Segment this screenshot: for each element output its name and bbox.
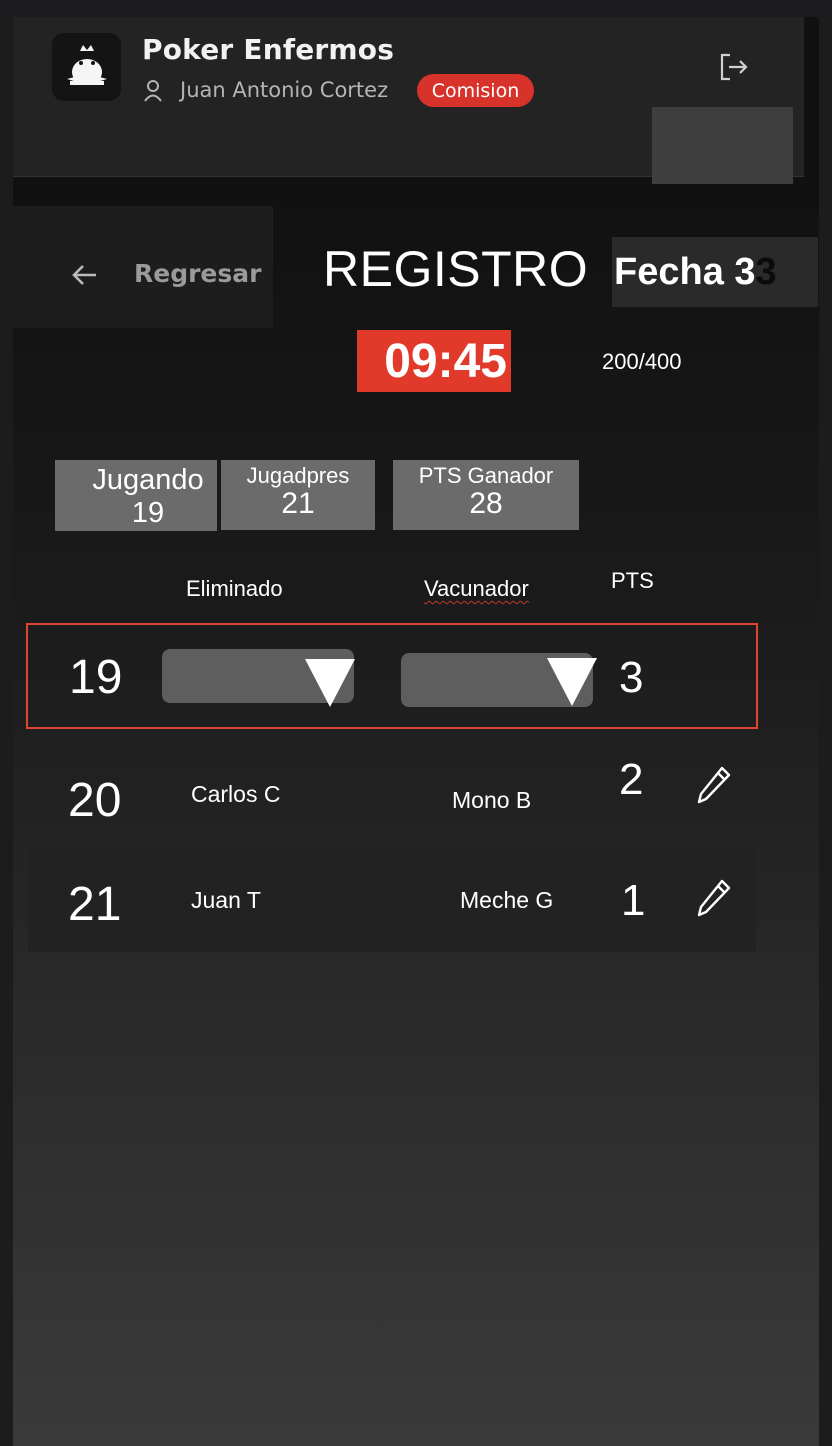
column-header-pts: PTS xyxy=(611,568,654,593)
row-pts: 1 xyxy=(621,876,646,925)
page-title: REGISTRO xyxy=(323,241,589,297)
stat-label: Jugando xyxy=(92,464,204,496)
vacunador-select[interactable] xyxy=(401,653,597,707)
eliminado-select[interactable] xyxy=(162,649,355,707)
stat-value: 21 xyxy=(281,487,315,520)
stat-value: 19 xyxy=(131,497,165,529)
user-name: Juan Antonio Cortez xyxy=(180,78,389,102)
back-label[interactable]: Regresar xyxy=(134,259,261,288)
table-row xyxy=(28,850,756,952)
edit-row xyxy=(26,623,758,729)
row-eliminado: Juan T xyxy=(191,887,261,913)
arrow-left-icon[interactable] xyxy=(70,260,100,295)
table-row xyxy=(28,748,756,850)
triangle-down-icon[interactable] xyxy=(547,658,597,706)
crown-logo-icon xyxy=(52,33,121,101)
stat-jugadores: Jugadpres 21 xyxy=(221,460,375,530)
row-vacunador: Mono B xyxy=(452,787,532,813)
stat-label: PTS Ganador xyxy=(418,463,554,488)
pencil-icon[interactable] xyxy=(696,878,732,923)
row-pts: 2 xyxy=(619,755,644,804)
fecha-label: Fecha 33 xyxy=(614,251,777,294)
timer: 09:45 xyxy=(357,330,511,392)
column-header-vacunador: Vacunador xyxy=(424,576,529,601)
column-header-eliminado: Eliminado xyxy=(186,576,283,601)
stat-jugando: Jugando 19 xyxy=(55,460,217,531)
role-badge: Comision xyxy=(417,74,534,107)
fecha-text: Fecha 3 xyxy=(614,251,756,293)
fecha-overflow: 3 xyxy=(755,251,777,293)
fecha-box: Fecha 33 xyxy=(612,237,818,307)
blinds: 200/400 xyxy=(602,349,682,374)
triangle-down-icon[interactable] xyxy=(305,659,355,707)
row-eliminado: Carlos C xyxy=(191,781,281,807)
edit-row-position: 19 xyxy=(69,651,123,704)
stat-value: 28 xyxy=(469,487,503,520)
edit-row-pts: 3 xyxy=(619,653,644,702)
row-position: 20 xyxy=(68,774,122,827)
pencil-icon[interactable] xyxy=(696,765,732,810)
user-icon xyxy=(142,79,164,108)
header-placeholder-block xyxy=(652,107,793,184)
logout-icon[interactable] xyxy=(716,50,750,89)
stat-pts-ganador: PTS Ganador 28 xyxy=(393,460,579,530)
app-title: Poker Enfermos xyxy=(142,33,395,66)
stat-label: Jugadpres xyxy=(246,463,350,488)
row-position: 21 xyxy=(68,878,122,931)
row-vacunador: Meche G xyxy=(460,887,554,913)
